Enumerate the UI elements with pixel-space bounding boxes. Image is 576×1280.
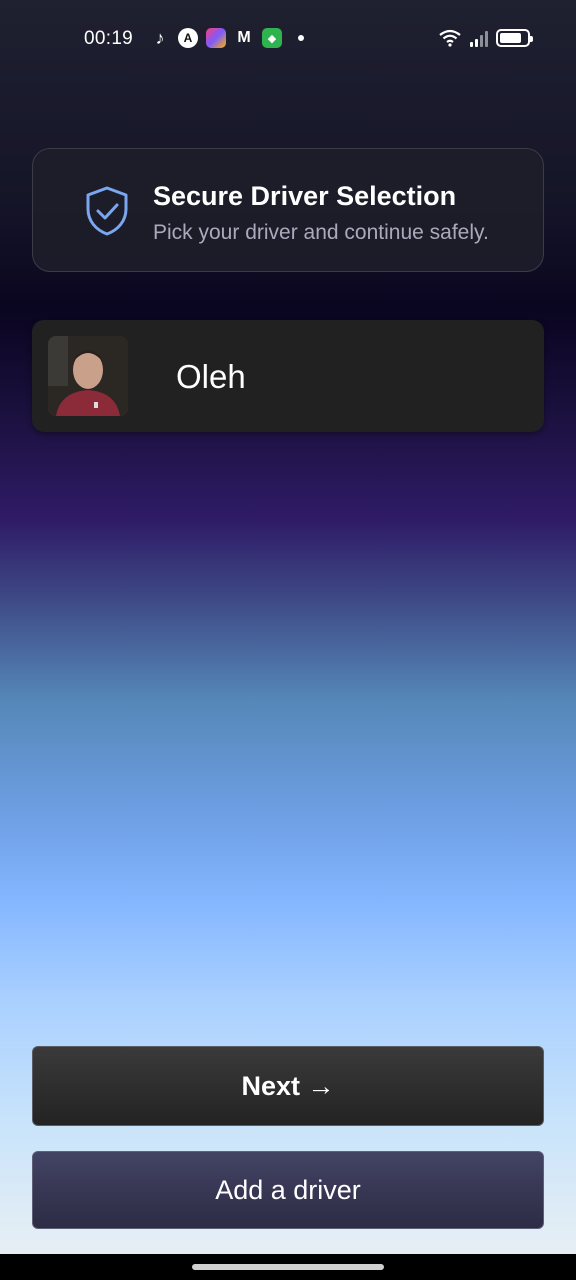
card-title: Secure Driver Selection <box>153 181 457 211</box>
system-icons <box>438 29 533 47</box>
status-time: 00:19 <box>84 28 134 49</box>
add-driver-button[interactable]: Add a driver <box>32 1151 544 1229</box>
driver-list-item[interactable]: Oleh <box>32 320 544 432</box>
app-a-icon: A <box>178 28 198 48</box>
driver-avatar <box>48 336 128 416</box>
more-notifications-dot-icon <box>298 35 304 41</box>
home-indicator[interactable] <box>192 1264 384 1270</box>
battery-icon <box>496 29 533 47</box>
signal-icon <box>470 29 488 47</box>
shield-check-icon <box>86 186 128 236</box>
shield-app-icon: ◆ <box>262 28 282 48</box>
tiktok-icon: ♪ <box>155 27 165 48</box>
card-subtitle: Pick your driver and continue safely. <box>153 221 489 244</box>
photo-app-icon <box>206 28 226 48</box>
system-navigation-bar <box>0 1254 576 1280</box>
secure-selection-card: Secure Driver Selection Pick your driver… <box>32 148 544 272</box>
wifi-icon <box>439 29 461 47</box>
gmail-icon: M <box>237 29 251 46</box>
notification-icons: ♪ A M ◆ <box>150 28 304 48</box>
next-button[interactable]: Next → <box>32 1046 544 1126</box>
driver-name: Oleh <box>176 358 246 395</box>
status-bar: 00:19 ♪ A M ◆ <box>0 0 576 78</box>
